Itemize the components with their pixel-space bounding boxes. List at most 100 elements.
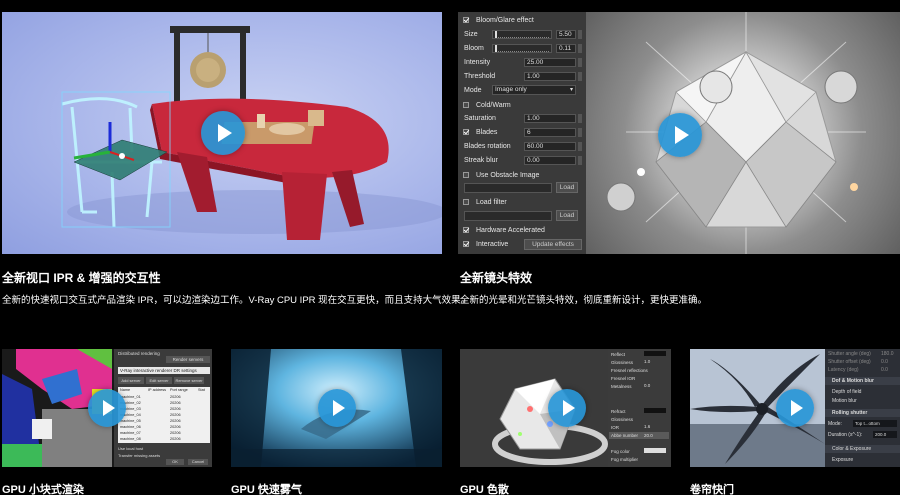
color-exposure-header[interactable]: Color & Exposure (832, 446, 871, 452)
use-local-host-checkbox[interactable]: Use local host (118, 446, 143, 451)
ipr-preview-image[interactable] (2, 12, 442, 254)
cancel-button[interactable]: Cancel (188, 459, 208, 465)
fog-color-label: Fog color (611, 449, 630, 454)
blades-rotation-label: Blades rotation (464, 143, 511, 150)
play-video-button[interactable] (88, 389, 126, 427)
material-settings-panel: Reflect Glossiness 1.0 Fresnel reflectio… (608, 349, 671, 467)
ring-illustration (460, 349, 610, 467)
gpu-bucket-preview-image[interactable]: Distributed rendering Render servers V-R… (2, 349, 212, 467)
motion-blur-checkbox[interactable]: Motion blur (832, 398, 857, 404)
metalness-value[interactable]: 0.0 (644, 383, 650, 388)
server-table: Name IP address Port range Stat machine_… (118, 387, 210, 443)
bloom-slider[interactable] (492, 44, 552, 53)
duration-label: Duration (s^-1): (828, 432, 863, 438)
mode-select[interactable]: Image only (492, 85, 576, 95)
intensity-label: Intensity (464, 59, 491, 66)
exposure-checkbox[interactable]: Exposure (832, 457, 853, 463)
load-filter-label: Load filter (476, 199, 507, 206)
blades-rotation-spinner[interactable] (578, 142, 582, 151)
size-slider[interactable] (492, 30, 552, 39)
saturation-label: Saturation (464, 115, 496, 122)
add-server-button[interactable]: Add server (118, 377, 144, 384)
ipr-dr-settings: V-Ray interactive renderer DR settings (118, 367, 210, 374)
gpu-fog-preview-image[interactable] (231, 349, 442, 467)
blades-label: Blades (476, 129, 498, 136)
interactive-checkbox[interactable] (463, 241, 469, 247)
bloom-glare-checkbox[interactable] (463, 17, 469, 23)
bloom-glare-label: Bloom/Glare effect (476, 17, 534, 24)
ior-label: IOR (611, 425, 620, 430)
obstacle-image-path[interactable] (464, 183, 552, 193)
lens-effects-preview-image[interactable]: Bloom/Glare effect Size 5.50 Bloom 0.11 … (458, 12, 900, 254)
ok-button[interactable]: OK (166, 459, 184, 465)
ior-value[interactable]: 1.6 (644, 424, 650, 429)
reflect-label: Reflect (611, 352, 626, 357)
fog-color-swatch[interactable] (644, 448, 666, 453)
render-servers-button[interactable]: Render servers (166, 356, 210, 363)
cold-warm-checkbox[interactable] (463, 102, 469, 108)
col-ip: IP address (148, 388, 167, 392)
shutter-offset-value[interactable]: 0.0 (881, 359, 888, 365)
blades-spinner[interactable] (578, 128, 582, 137)
table-row[interactable]: machine_06 20206 (120, 425, 181, 429)
streak-blur-spinner[interactable] (578, 156, 582, 165)
reflect-swatch[interactable] (644, 351, 666, 356)
abbe-number-value[interactable]: 20.0 (644, 433, 653, 438)
fresnel-checkbox[interactable]: Fresnel reflections (611, 368, 648, 373)
dof-motion-blur-header[interactable]: Dof & Motion blur (832, 378, 874, 384)
transfer-assets-checkbox[interactable]: Transfer missing assets (118, 453, 160, 458)
filter-image-path[interactable] (464, 211, 552, 221)
blades-checkbox[interactable] (463, 129, 469, 135)
play-video-button[interactable] (776, 389, 814, 427)
play-video-button[interactable] (201, 111, 245, 155)
size-label: Size (464, 31, 478, 38)
rolling-shutter-header[interactable]: Rolling shutter (832, 410, 867, 416)
saturation-field[interactable]: 1.00 (524, 114, 576, 123)
lens-effects-panel: Bloom/Glare effect Size 5.50 Bloom 0.11 … (458, 12, 586, 254)
edit-server-button[interactable]: Edit server (146, 377, 172, 384)
table-row[interactable]: machine_07 20206 (120, 431, 181, 435)
feature-title: 卷帘快门 (690, 484, 734, 495)
use-obstacle-checkbox[interactable] (463, 172, 469, 178)
hardware-accelerated-label: Hardware Accelerated (476, 227, 545, 234)
play-video-button[interactable] (658, 113, 702, 157)
metalness-label: Metalness (611, 384, 632, 389)
hardware-accelerated-checkbox[interactable] (463, 227, 469, 233)
size-spinner[interactable] (578, 30, 582, 39)
feature-description: 全新的光晕和光芒镜头特效，彻底重新设计，更快更准确。 (460, 295, 708, 306)
size-field[interactable]: 5.50 (556, 30, 576, 39)
mode-select[interactable]: Top t...ottom (853, 420, 897, 427)
threshold-field[interactable]: 1.00 (524, 72, 576, 81)
bloom-spinner[interactable] (578, 44, 582, 53)
table-row[interactable]: machine_08 20206 (120, 437, 181, 441)
intensity-field[interactable]: 25.00 (524, 58, 576, 67)
table-row[interactable]: machine_05 20206 (120, 419, 181, 423)
blades-field[interactable]: 6 (524, 128, 576, 137)
depth-of-field-checkbox[interactable]: Depth of field (832, 389, 861, 395)
refract-swatch[interactable] (644, 408, 666, 413)
rolling-shutter-preview-image[interactable]: Shutter angle (deg) 180.0 Shutter offset… (690, 349, 900, 467)
gpu-dispersion-preview-image[interactable]: Reflect Glossiness 1.0 Fresnel reflectio… (460, 349, 671, 467)
latency-label: Latency (deg) (828, 367, 859, 373)
threshold-spinner[interactable] (578, 72, 582, 81)
bloom-field[interactable]: 0.11 (556, 44, 576, 53)
feature-title: 全新镜头特效 (460, 271, 533, 285)
play-video-button[interactable] (548, 389, 586, 427)
refract-glossiness-label: Glossiness (611, 417, 634, 422)
streak-blur-field[interactable]: 0.00 (524, 156, 576, 165)
load-obstacle-button[interactable]: Load (556, 182, 578, 193)
latency-value[interactable]: 0.0 (881, 367, 888, 373)
load-filter-button[interactable]: Load (556, 210, 578, 221)
load-filter-checkbox[interactable] (463, 199, 469, 205)
play-video-button[interactable] (318, 389, 356, 427)
duration-field[interactable]: 200.0 (873, 431, 897, 438)
blades-rotation-field[interactable]: 60.00 (524, 142, 576, 151)
glossiness-value[interactable]: 1.0 (644, 359, 650, 364)
saturation-spinner[interactable] (578, 114, 582, 123)
shutter-angle-value[interactable]: 180.0 (881, 351, 894, 357)
feature-title: GPU 小块式渲染 (2, 484, 84, 495)
refract-label: Refract (611, 409, 626, 414)
update-effects-button[interactable]: Update effects (524, 239, 582, 250)
remove-server-button[interactable]: Remove server (174, 377, 204, 384)
intensity-spinner[interactable] (578, 58, 582, 67)
